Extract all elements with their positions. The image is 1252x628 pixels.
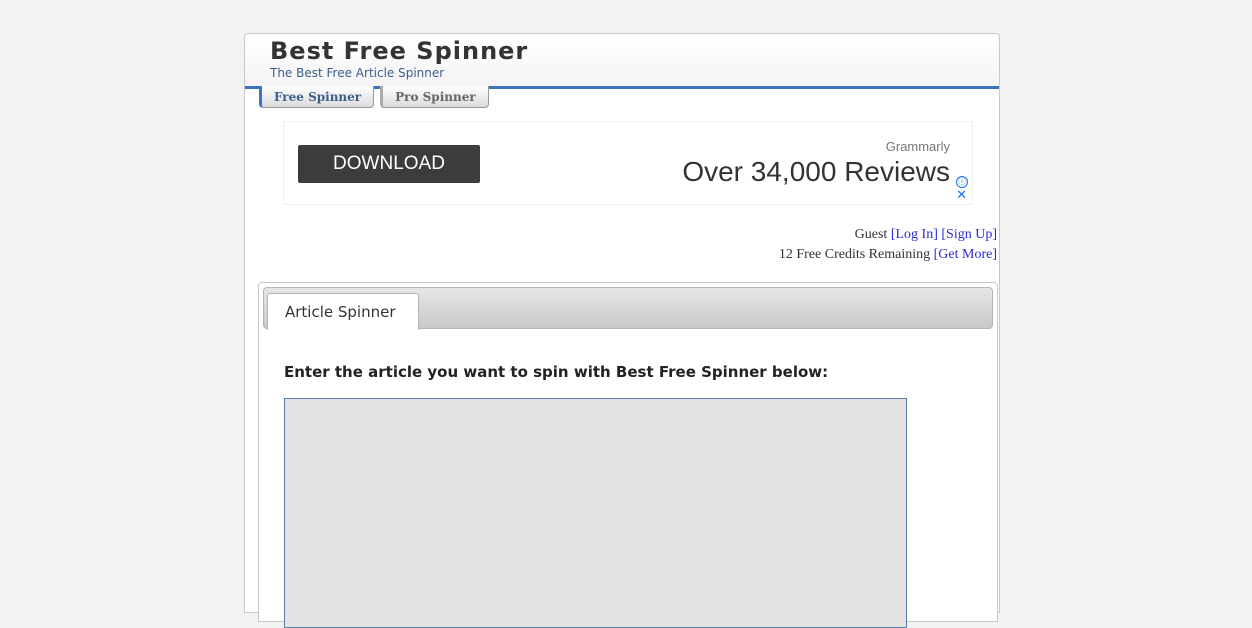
ad-banner[interactable]: DOWNLOAD Grammarly Over 34,000 Reviews ⓘ… bbox=[283, 121, 973, 205]
tab-pro-spinner[interactable]: Pro Spinner bbox=[380, 86, 489, 108]
close-icon[interactable]: ✕ bbox=[956, 189, 967, 202]
panel-tabbar: Article Spinner bbox=[263, 287, 993, 330]
login-link[interactable]: [Log In] bbox=[891, 227, 938, 242]
site-subtitle: The Best Free Article Spinner bbox=[270, 66, 445, 80]
tab-article-spinner[interactable]: Article Spinner bbox=[267, 293, 419, 330]
ad-download-button[interactable]: DOWNLOAD bbox=[298, 145, 480, 183]
site-title[interactable]: Best Free Spinner bbox=[270, 37, 528, 65]
get-more-link[interactable]: [Get More] bbox=[934, 247, 997, 262]
signup-link[interactable]: [Sign Up] bbox=[941, 227, 997, 242]
ad-headline[interactable]: Over 34,000 Reviews bbox=[682, 156, 950, 188]
article-spinner-panel: Article Spinner Enter the article you wa… bbox=[258, 282, 998, 628]
credits-line: 12 Free Credits Remaining [Get More] bbox=[779, 247, 997, 263]
user-status: Guest bbox=[854, 227, 888, 242]
article-input[interactable] bbox=[284, 398, 907, 628]
nav-tabs: Free Spinner Pro Spinner bbox=[259, 86, 495, 110]
instruction-heading: Enter the article you want to spin with … bbox=[284, 363, 829, 381]
info-icon[interactable]: ⓘ bbox=[956, 176, 968, 188]
credits-remaining: 12 Free Credits Remaining bbox=[778, 247, 931, 262]
site-header: Best Free Spinner The Best Free Article … bbox=[245, 34, 999, 89]
user-status-line: Guest [Log In] [Sign Up] bbox=[855, 227, 997, 243]
ad-brand: Grammarly bbox=[885, 139, 950, 154]
main-container: Best Free Spinner The Best Free Article … bbox=[244, 33, 1000, 628]
tab-free-spinner[interactable]: Free Spinner bbox=[259, 86, 375, 108]
